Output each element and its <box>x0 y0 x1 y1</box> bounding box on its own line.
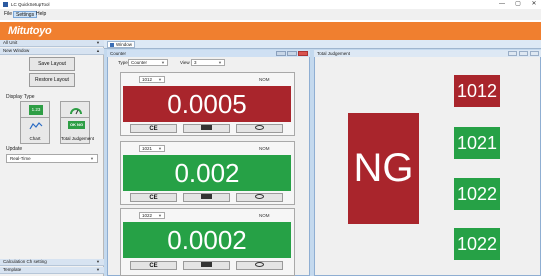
display-type-label-chart: Chart <box>29 136 41 141</box>
counter-display: 0.0002 <box>123 222 291 258</box>
update-label: Update <box>6 146 23 152</box>
device-select[interactable]: 1012 ▼ <box>139 76 165 83</box>
tab-window[interactable]: Window <box>107 41 136 48</box>
view-button[interactable] <box>236 124 283 133</box>
view-select[interactable]: 3 ▼ <box>191 59 225 66</box>
chevron-down-icon: ▼ <box>96 259 100 264</box>
preset-button[interactable] <box>183 261 230 270</box>
nom-label: NOM <box>259 146 270 151</box>
chevron-down-icon: ▼ <box>218 60 222 65</box>
view-button[interactable] <box>236 193 283 202</box>
view-button[interactable] <box>236 261 283 270</box>
device-select-value: 1021 <box>142 146 153 151</box>
preset-icon <box>201 125 212 131</box>
judgement-icon-text: OK NG <box>69 122 84 127</box>
brand-bar <box>0 22 541 40</box>
panel-minimize-button[interactable] <box>276 51 286 56</box>
judgement-tile: 1022 <box>454 228 500 260</box>
device-select-value: 1012 <box>142 77 153 82</box>
chevron-down-icon: ▼ <box>90 156 94 161</box>
display-type-total-judgement[interactable]: OK NG Total Judgement <box>60 117 95 144</box>
judgement-tile: 1021 <box>454 127 500 159</box>
chevron-down-icon: ▼ <box>158 77 162 82</box>
type-select-value: Counter <box>131 60 148 65</box>
nom-label: NOM <box>259 213 270 218</box>
chevron-down-icon: ▼ <box>158 213 162 218</box>
ce-button[interactable]: CE <box>130 124 177 133</box>
window-icon <box>110 43 114 47</box>
sidebar-footer-label: Calculation Ch setting <box>3 259 47 264</box>
sidebar-footer-template[interactable]: Template ▼ <box>0 267 104 274</box>
eye-icon <box>255 125 264 131</box>
app-window: { "app": { "title": "LC QuickSetupTool" … <box>0 0 541 276</box>
chevron-up-icon: ▲ <box>96 48 100 53</box>
counter-value: 0.0005 <box>167 89 247 119</box>
judgement-tile: 1012 <box>454 75 500 107</box>
panel-close-button[interactable] <box>530 51 539 56</box>
chevron-down-icon: ▼ <box>96 267 100 272</box>
maximize-button[interactable]: ▢ <box>512 0 524 9</box>
chevron-down-icon: ▼ <box>96 40 100 45</box>
counter-icon: 1.23 <box>29 105 43 115</box>
window-title: LC QuickSetupTool <box>11 2 50 7</box>
sidebar-header-label: New Window <box>3 48 30 53</box>
close-button[interactable]: ✕ <box>528 0 540 9</box>
ce-button[interactable]: CE <box>130 193 177 202</box>
total-judgement-result: NG <box>348 113 419 224</box>
chart-icon <box>29 122 43 130</box>
display-type-label-total-judgement: Total Judgement <box>61 136 95 141</box>
menu-help[interactable]: Help <box>34 11 48 18</box>
nom-label: NOM <box>259 77 270 82</box>
save-layout-button[interactable]: Save Layout <box>29 57 75 71</box>
update-select[interactable]: Real-Time ▼ <box>6 154 98 163</box>
preset-icon <box>201 262 212 268</box>
eye-icon <box>255 262 264 268</box>
sidebar-header-new-window[interactable]: New Window ▲ <box>0 48 104 55</box>
type-label: Type <box>118 60 128 65</box>
eye-icon <box>255 194 264 200</box>
ce-button[interactable]: CE <box>130 261 177 270</box>
restore-layout-button[interactable]: Restore Layout <box>29 73 75 87</box>
sidebar-header-all-unit[interactable]: All Unit ▼ <box>0 40 104 47</box>
counter-value: 0.0002 <box>167 225 247 255</box>
view-select-value: 3 <box>194 60 197 65</box>
device-select[interactable]: 1022 ▼ <box>139 212 165 219</box>
sidebar-footer-label: Template <box>3 267 22 272</box>
brand-logo: Mitutoyo <box>8 25 52 37</box>
tab-window-label: Window <box>116 42 133 47</box>
counter-display: 0.002 <box>123 155 291 191</box>
preset-icon <box>201 194 212 200</box>
judgement-tile: 1022 <box>454 178 500 210</box>
meter-icon <box>70 108 82 115</box>
display-type-chart[interactable]: Chart <box>20 117 50 144</box>
preset-button[interactable] <box>183 124 230 133</box>
menu-bar <box>0 9 541 20</box>
device-select-value: 1022 <box>142 213 153 218</box>
counter-display: 0.0005 <box>123 86 291 122</box>
app-icon <box>3 2 8 7</box>
panel-minimize-button[interactable] <box>508 51 517 56</box>
title-bar <box>0 0 541 9</box>
panel-close-button[interactable] <box>298 51 308 56</box>
counter-value: 0.002 <box>174 158 240 188</box>
sidebar-header-label: All Unit <box>3 40 18 45</box>
preset-button[interactable] <box>183 193 230 202</box>
panel-maximize-button[interactable] <box>519 51 528 56</box>
chevron-down-icon: ▼ <box>161 60 165 65</box>
sidebar-footer-calculation[interactable]: Calculation Ch setting ▼ <box>0 259 104 266</box>
panel-maximize-button[interactable] <box>287 51 297 56</box>
minimize-button[interactable]: — <box>496 0 508 9</box>
chevron-down-icon: ▼ <box>158 146 162 151</box>
update-select-value: Real-Time <box>10 156 31 161</box>
tab-strip <box>104 40 541 49</box>
view-label: View <box>180 60 190 65</box>
display-type-label: Display Type <box>6 94 35 100</box>
judgement-icon: OK NG <box>68 121 85 129</box>
type-select[interactable]: Counter ▼ <box>128 59 168 66</box>
device-select[interactable]: 1021 ▼ <box>139 145 165 152</box>
total-judgement-title: Total Judgement <box>314 50 541 57</box>
